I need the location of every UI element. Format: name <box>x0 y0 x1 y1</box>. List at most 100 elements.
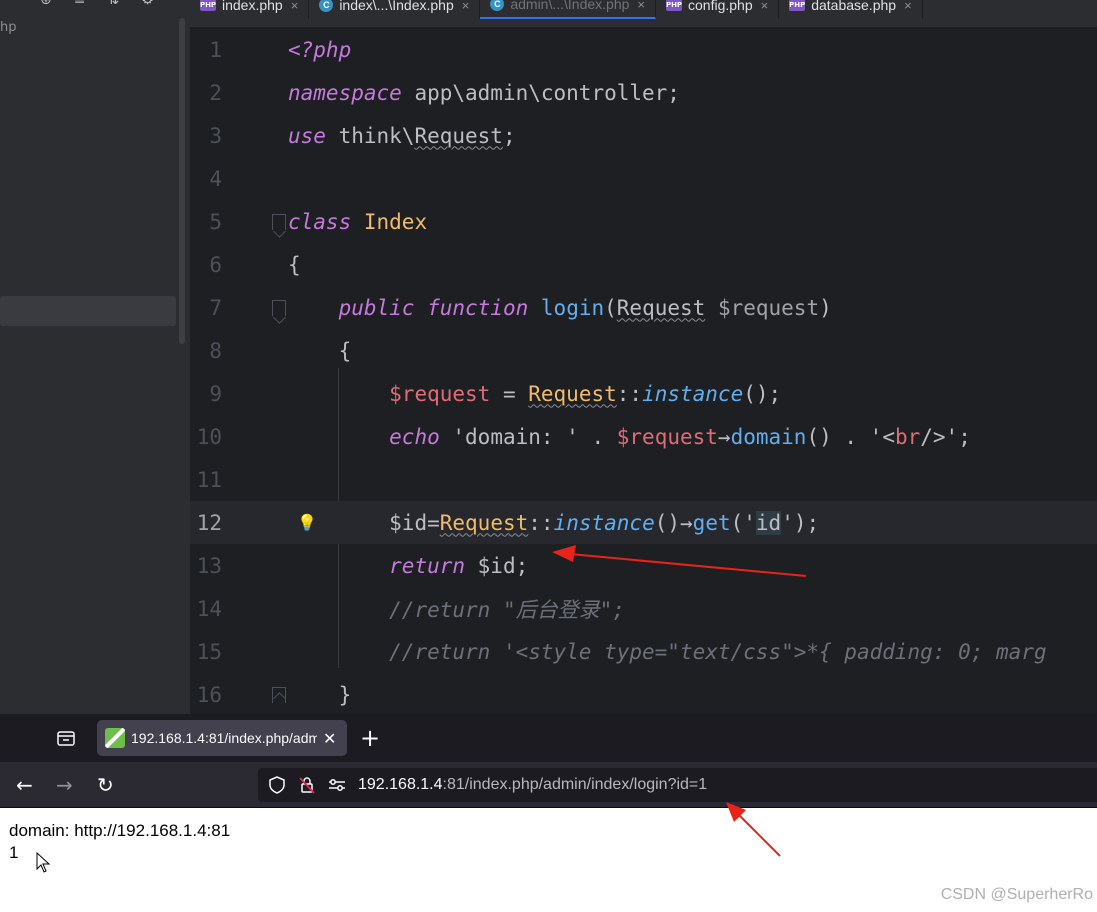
tab-index-index-php[interactable]: C index\...\Index.php × <box>309 0 481 19</box>
code-text: $request = Request::instance(); <box>288 382 781 406</box>
code-token: public <box>338 295 415 320</box>
code-token: ( <box>604 295 617 320</box>
line-number: 8 <box>209 338 222 363</box>
code-token: <?php <box>288 37 352 62</box>
line-number: 15 <box>196 639 222 664</box>
code-text: use think\Request; <box>288 124 516 148</box>
new-tab-button[interactable]: + <box>360 724 380 752</box>
close-icon[interactable]: × <box>904 0 912 13</box>
tab-database-php[interactable]: PHP database.php × <box>779 0 923 19</box>
code-text: namespace app\admin\controller; <box>288 81 680 105</box>
line-number: 6 <box>209 252 222 277</box>
tab-list-icon[interactable] <box>56 729 76 747</box>
code-token: :: <box>616 381 643 406</box>
address-bar[interactable]: 192.168.1.4:81/index.php/admin/index/log… <box>258 768 1097 802</box>
close-icon[interactable]: ✕ <box>323 729 336 748</box>
code-token: Request <box>414 123 503 148</box>
line-number: 14 <box>196 596 222 621</box>
code-token: Request <box>616 295 706 320</box>
code-token: $request <box>616 424 718 449</box>
code-text: } <box>288 682 352 707</box>
target-icon[interactable]: ⊕ <box>40 0 52 8</box>
line-number: 5 <box>209 209 222 234</box>
code-token: { <box>338 338 352 363</box>
code-line-current: 12 💡 $id=Request::instance()→get('id'); <box>190 501 1097 544</box>
code-token: () <box>654 510 681 535</box>
code-token: login <box>540 295 605 320</box>
expand-icon[interactable]: ⇅ <box>107 0 119 8</box>
fold-icon[interactable] <box>272 686 286 703</box>
code-text: //return "后台登录"; <box>288 594 625 624</box>
line-number: 13 <box>196 553 222 578</box>
code-line: 7 public function login(Request $request… <box>190 286 1097 329</box>
code-token: echo <box>389 424 440 449</box>
code-token: namespace <box>288 80 402 105</box>
tab-label: index\...\Index.php <box>339 0 454 13</box>
class-file-icon: C <box>319 0 334 12</box>
code-token: $request <box>389 381 491 406</box>
code-line: 5 class Index <box>190 200 1097 243</box>
reload-icon[interactable]: ↻ <box>97 773 114 797</box>
code-token: (' <box>730 510 756 535</box>
line-number: 16 <box>196 682 222 707</box>
back-icon[interactable]: ← <box>16 773 33 797</box>
sidebar-selected-item[interactable] <box>0 296 176 326</box>
code-comment: //return "后台登录"; <box>389 597 625 622</box>
browser-tab[interactable]: 192.168.1.4:81/index.php/admin/index/log… <box>97 720 347 756</box>
code-token: app\admin\controller; <box>401 80 680 105</box>
tab-config-php[interactable]: PHP config.php × <box>656 0 780 19</box>
code-token: return <box>389 553 466 578</box>
line-number: 7 <box>209 295 222 320</box>
close-icon[interactable]: × <box>761 0 769 13</box>
tab-index-php[interactable]: PHP index.php × <box>190 0 310 19</box>
close-icon[interactable]: × <box>637 0 645 12</box>
page-content: domain: http://192.168.1.4:81 1 <box>0 808 1097 912</box>
mouse-cursor-icon <box>36 851 52 878</box>
forward-icon[interactable]: → <box>56 773 73 797</box>
tab-label: database.php <box>811 0 897 13</box>
editor-tabbar: PHP index.php × C index\...\Index.php × … <box>190 0 1097 28</box>
site-permissions-icon[interactable] <box>328 778 346 792</box>
ide-window: ⊕ ≡ ⇅ ⚙ hp PHP index.php × C index\...\I… <box>0 0 1097 714</box>
close-icon[interactable]: × <box>462 0 470 13</box>
code-token: ; <box>502 123 516 148</box>
insecure-lock-icon[interactable] <box>298 776 316 794</box>
code-token: { <box>288 252 301 277</box>
code-token: class <box>288 209 352 234</box>
code-token: :: <box>528 510 554 535</box>
code-editor[interactable]: 1 <?php 2 namespace app\admin\controller… <box>190 28 1097 714</box>
line-number: 9 <box>209 381 222 406</box>
code-token: → <box>717 424 731 449</box>
code-token: = <box>427 510 440 535</box>
code-token: } <box>338 682 352 707</box>
project-sidebar: ⊕ ≡ ⇅ ⚙ hp <box>0 0 190 714</box>
tab-admin-index-php[interactable]: C admin\...\Index.php × <box>480 0 656 19</box>
browser-navbar: ← → ↻ 192.168.1.4:81/index.php/admin/ind… <box>0 762 1097 808</box>
code-text: { <box>288 253 301 277</box>
code-token: get <box>692 510 731 535</box>
code-token: br <box>894 424 921 449</box>
code-line: 9 $request = Request::instance(); <box>190 372 1097 415</box>
shield-icon[interactable] <box>268 776 286 794</box>
url-host: 192.168.1.4 <box>358 776 443 793</box>
fold-icon[interactable] <box>272 213 286 230</box>
sidebar-scrollbar[interactable] <box>179 18 185 344</box>
gear-icon[interactable]: ⚙ <box>141 0 154 8</box>
code-line: 13 return $id; <box>190 544 1097 587</box>
code-token: Request <box>528 381 617 406</box>
code-token: $id <box>389 510 428 535</box>
code-text: { <box>288 338 352 363</box>
code-token: instance <box>642 381 744 406</box>
code-token: />' <box>920 424 959 449</box>
close-icon[interactable]: × <box>291 0 299 13</box>
code-line: 8 { <box>190 329 1097 372</box>
code-token: domain <box>730 424 807 449</box>
code-token: ) <box>819 295 832 320</box>
collapse-icon[interactable]: ≡ <box>74 0 86 8</box>
code-text: class Index <box>288 210 427 234</box>
url-text[interactable]: 192.168.1.4:81/index.php/admin/index/log… <box>358 776 707 794</box>
code-line: 4 <box>190 157 1097 200</box>
browser-tab-title: 192.168.1.4:81/index.php/admin/index/log… <box>131 730 317 746</box>
code-text: //return '<style type="text/css">*{ padd… <box>288 640 1046 664</box>
fold-icon[interactable] <box>272 299 286 316</box>
